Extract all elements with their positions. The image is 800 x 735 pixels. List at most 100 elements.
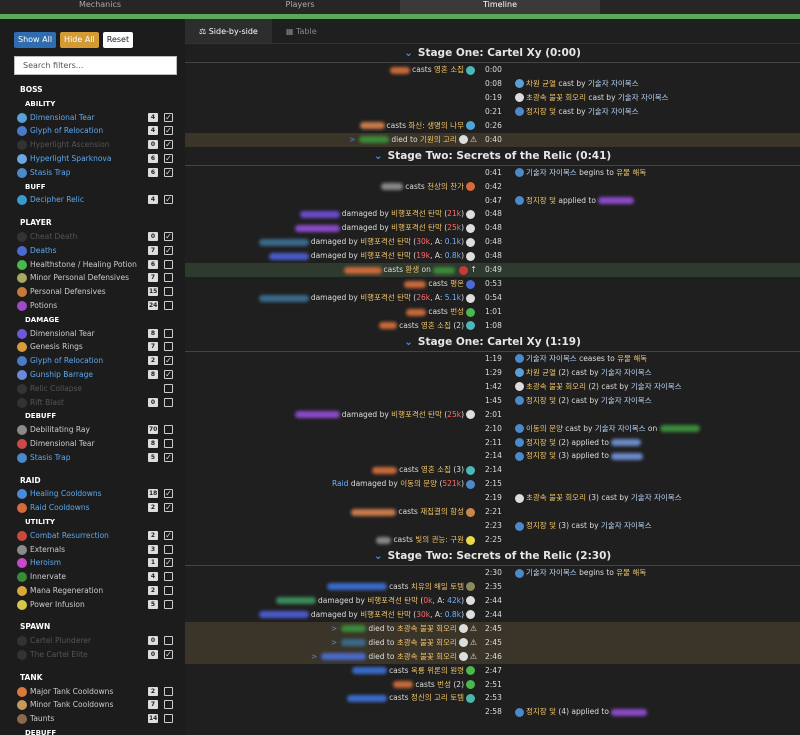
filter-checkbox[interactable]: ✓ <box>164 452 173 462</box>
spell-icon <box>458 624 468 634</box>
search-filters-input[interactable]: Search filters... <box>14 56 177 75</box>
filter-item-label: Gunship Barrage <box>30 369 93 379</box>
filter-checkbox[interactable] <box>164 300 173 310</box>
filter-item[interactable]: Deaths 7 ✓ <box>0 244 185 258</box>
filter-item[interactable]: Decipher Relic 4 ✓ <box>0 193 185 207</box>
filter-item[interactable]: Glyph of Relocation 2 ✓ <box>0 354 185 368</box>
filter-checkbox[interactable] <box>164 714 173 724</box>
filter-item[interactable]: Power Infusion 5 <box>0 598 185 612</box>
filter-checkbox[interactable]: ✓ <box>164 167 173 177</box>
filter-checkbox[interactable] <box>164 273 173 283</box>
event-time: 1:01 <box>485 307 502 316</box>
filter-item[interactable]: Debilitating Ray 70 <box>0 423 185 437</box>
filter-item[interactable]: Raid Cooldowns 2 ✓ <box>0 501 185 515</box>
filter-checkbox[interactable] <box>164 383 173 393</box>
filter-item[interactable]: Potions 24 <box>0 299 185 313</box>
filter-item[interactable]: Externals 3 <box>0 543 185 557</box>
filter-item[interactable]: Personal Defensives 15 <box>0 285 185 299</box>
filter-checkbox[interactable]: ✓ <box>164 369 173 379</box>
filter-checkbox[interactable]: ✓ <box>164 503 173 513</box>
expand-chevron-icon[interactable]: > <box>331 624 337 633</box>
count-badge: 0 <box>148 650 158 660</box>
hide-all-button[interactable]: Hide All <box>60 32 99 48</box>
view-tabs: ⚖ Side-by-side ▦ Table <box>185 19 800 44</box>
filter-checkbox[interactable]: ✓ <box>164 112 173 122</box>
event-text: ) <box>461 237 464 247</box>
event-right: 차원 균열 (2) cast by 기술자 자이목스 <box>513 366 652 380</box>
filter-item[interactable]: Gunship Barrage 8 ✓ <box>0 368 185 382</box>
filter-item[interactable]: The Cartel Elite 0 ✓ <box>0 648 185 662</box>
filter-item[interactable]: Stasis Trap 6 ✓ <box>0 166 185 180</box>
timeline-event: casts 환생 on ↑ 0:49 <box>185 263 800 278</box>
stage-header[interactable]: ⌄ Stage One: Cartel Xy (1:19) <box>185 333 800 352</box>
filter-item[interactable]: Glyph of Relocation 4 ✓ <box>0 124 185 138</box>
event-right: 정지장 덫 cast by 기술자 자이목스 <box>513 105 639 119</box>
filter-item[interactable]: Rift Blast 0 <box>0 396 185 410</box>
filter-item[interactable]: Cheat Death 0 ✓ <box>0 230 185 244</box>
reset-button[interactable]: Reset <box>102 32 134 48</box>
event-right: 정지장 덫 (2) cast by 기술자 자이목스 <box>513 394 652 408</box>
filter-checkbox[interactable] <box>164 287 173 297</box>
expand-chevron-icon[interactable]: > <box>349 135 355 144</box>
filter-checkbox[interactable] <box>164 544 173 554</box>
filter-checkbox[interactable]: ✓ <box>164 231 173 241</box>
stage-header[interactable]: ⌄ Stage Two: Secrets of the Relic (2:30) <box>185 547 800 566</box>
tab-players[interactable]: Players <box>200 0 400 14</box>
filter-checkbox[interactable]: ✓ <box>164 153 173 163</box>
filter-checkbox[interactable] <box>164 397 173 407</box>
filter-item[interactable]: Mana Regeneration 2 <box>0 584 185 598</box>
filter-item[interactable]: Taunts 14 <box>0 712 185 726</box>
tab-table[interactable]: ▦ Table <box>272 19 331 43</box>
filter-item[interactable]: Heroism 1 ✓ <box>0 556 185 570</box>
filter-item[interactable]: Stasis Trap 5 ✓ <box>0 451 185 465</box>
stage-header[interactable]: ⌄ Stage One: Cartel Xy (0:00) <box>185 44 800 63</box>
expand-chevron-icon[interactable]: > <box>331 638 337 647</box>
filter-checkbox[interactable]: ✓ <box>164 356 173 366</box>
timeline-event: casts 영혼 소집 (3) 2:14 <box>185 463 800 477</box>
filter-checkbox[interactable]: ✓ <box>164 245 173 255</box>
filter-item[interactable]: Innervate 4 <box>0 570 185 584</box>
filter-checkbox[interactable]: ✓ <box>164 558 173 568</box>
filter-checkbox[interactable] <box>164 636 173 646</box>
filter-item[interactable]: Minor Personal Defensives 7 <box>0 271 185 285</box>
spell-name: 정신의 고리 토템 <box>410 693 464 703</box>
filter-item[interactable]: Combat Resurrection 2 ✓ <box>0 529 185 543</box>
filter-checkbox[interactable]: ✓ <box>164 195 173 205</box>
filter-item[interactable]: Healing Cooldowns 18 ✓ <box>0 487 185 501</box>
filter-item[interactable]: Hyperlight Sparknova 6 ✓ <box>0 152 185 166</box>
tab-side-by-side[interactable]: ⚖ Side-by-side <box>185 19 272 43</box>
filter-checkbox[interactable] <box>164 438 173 448</box>
event-time: 0:42 <box>485 181 502 191</box>
tab-timeline[interactable]: Timeline <box>400 0 600 14</box>
filter-item[interactable]: Healthstone / Healing Potion 6 <box>0 258 185 272</box>
filter-checkbox[interactable]: ✓ <box>164 126 173 136</box>
filter-item[interactable]: Dimensional Tear 8 <box>0 437 185 451</box>
filter-checkbox[interactable]: ✓ <box>164 650 173 660</box>
tab-mechanics[interactable]: Mechanics <box>0 0 200 14</box>
filter-checkbox[interactable] <box>164 259 173 269</box>
filter-checkbox[interactable] <box>164 700 173 710</box>
filter-item[interactable]: Minor Tank Cooldowns 7 <box>0 698 185 712</box>
filter-item[interactable]: Dimensional Tear 8 <box>0 327 185 341</box>
filter-checkbox[interactable] <box>164 425 173 435</box>
filter-checkbox[interactable] <box>164 599 173 609</box>
filter-checkbox[interactable]: ✓ <box>164 530 173 540</box>
ability-icon <box>17 530 27 541</box>
filter-item[interactable]: Major Tank Cooldowns 2 <box>0 685 185 699</box>
filter-item[interactable]: Hyperlight Ascension 0 ✓ <box>0 138 185 152</box>
filter-item[interactable]: Relic Collapse <box>0 382 185 396</box>
spell-icon <box>466 251 475 261</box>
expand-chevron-icon[interactable]: > <box>311 652 317 661</box>
filter-checkbox[interactable] <box>164 328 173 338</box>
filter-item[interactable]: Cartel Plunderer 0 <box>0 634 185 648</box>
filter-checkbox[interactable] <box>164 686 173 696</box>
filter-checkbox[interactable] <box>164 585 173 595</box>
filter-checkbox[interactable]: ✓ <box>164 140 173 150</box>
filter-checkbox[interactable]: ✓ <box>164 489 173 499</box>
show-all-button[interactable]: Show All <box>14 32 57 48</box>
filter-checkbox[interactable] <box>164 342 173 352</box>
filter-item[interactable]: Dimensional Tear 4 ✓ <box>0 111 185 125</box>
filter-item[interactable]: Genesis Rings 7 <box>0 340 185 354</box>
stage-header[interactable]: ⌄ Stage Two: Secrets of the Relic (0:41) <box>185 147 800 166</box>
filter-checkbox[interactable] <box>164 572 173 582</box>
